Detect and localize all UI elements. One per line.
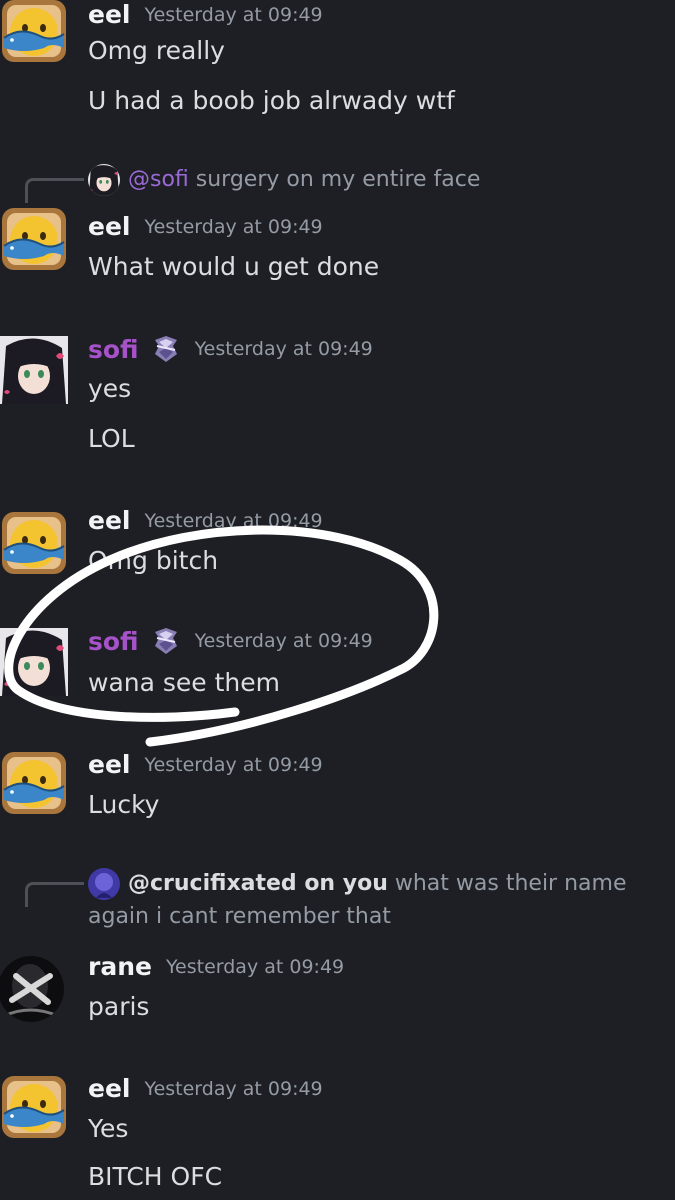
reply-preview[interactable]: @sofi surgery on my entire face [88, 164, 480, 196]
reply-mention[interactable]: @crucifixated on you [128, 871, 388, 896]
username[interactable]: sofi [88, 335, 139, 364]
crystal-badge-icon[interactable] [151, 334, 181, 364]
eel-avatar[interactable] [0, 1072, 68, 1140]
message-header: eel Yesterday at 09:49 [88, 0, 323, 29]
message-text: yes [88, 374, 132, 403]
username[interactable]: sofi [88, 627, 139, 656]
message-header: eel Yesterday at 09:49 [88, 750, 323, 779]
reply-text: surgery on my entire face [195, 167, 481, 192]
message-text: Yes [88, 1114, 129, 1143]
message-header: rane Yesterday at 09:49 [88, 952, 344, 981]
username[interactable]: eel [88, 506, 130, 535]
timestamp: Yesterday at 09:49 [144, 3, 323, 26]
crystal-badge-icon[interactable] [151, 626, 181, 656]
message-text: paris [88, 992, 150, 1021]
message-header: sofi Yesterday at 09:49 [88, 626, 373, 656]
reply-preview[interactable]: @crucifixated on you what was their name [88, 868, 627, 900]
timestamp: Yesterday at 09:49 [144, 1077, 323, 1100]
timestamp: Yesterday at 09:49 [165, 955, 345, 978]
message-text: Omg bitch [88, 546, 219, 575]
username[interactable]: rane [88, 952, 152, 981]
reply-connector [25, 178, 84, 203]
eel-avatar[interactable] [0, 508, 68, 576]
username[interactable]: eel [88, 212, 130, 241]
timestamp: Yesterday at 09:49 [144, 509, 323, 532]
message-header: sofi Yesterday at 09:49 [88, 334, 373, 364]
timestamp: Yesterday at 09:49 [194, 630, 373, 652]
message-text: U had a boob job alrwady wtf [88, 86, 455, 115]
timestamp: Yesterday at 09:49 [144, 753, 323, 776]
eel-avatar[interactable] [0, 748, 68, 816]
reply-text-continued: again i cant remember that [88, 904, 391, 929]
sofi-avatar[interactable] [0, 336, 68, 404]
reply-mention[interactable]: @sofi [128, 167, 189, 192]
eel-avatar[interactable] [0, 0, 68, 64]
sofi-avatar[interactable] [0, 628, 68, 696]
message-text: What would u get done [88, 252, 380, 281]
message-text: BITCH OFC [88, 1162, 223, 1191]
message-text: Omg really [88, 36, 225, 65]
message-text: wana see them [88, 668, 280, 697]
sofi-reply-avatar [88, 164, 120, 196]
message-header: eel Yesterday at 09:49 [88, 1074, 323, 1103]
timestamp: Yesterday at 09:49 [144, 215, 323, 238]
username[interactable]: eel [88, 1074, 130, 1103]
message-header: eel Yesterday at 09:49 [88, 506, 323, 535]
crucifixated-reply-avatar [88, 868, 120, 900]
reply-text: what was their name [394, 871, 627, 896]
timestamp: Yesterday at 09:49 [194, 338, 373, 360]
eel-avatar[interactable] [0, 204, 68, 272]
message-text: Lucky [88, 790, 160, 819]
message-header: eel Yesterday at 09:49 [88, 212, 323, 241]
reply-connector [25, 882, 84, 907]
username[interactable]: eel [88, 0, 130, 29]
rane-avatar[interactable] [0, 956, 64, 1022]
username[interactable]: eel [88, 750, 130, 779]
message-text: LOL [88, 424, 135, 453]
